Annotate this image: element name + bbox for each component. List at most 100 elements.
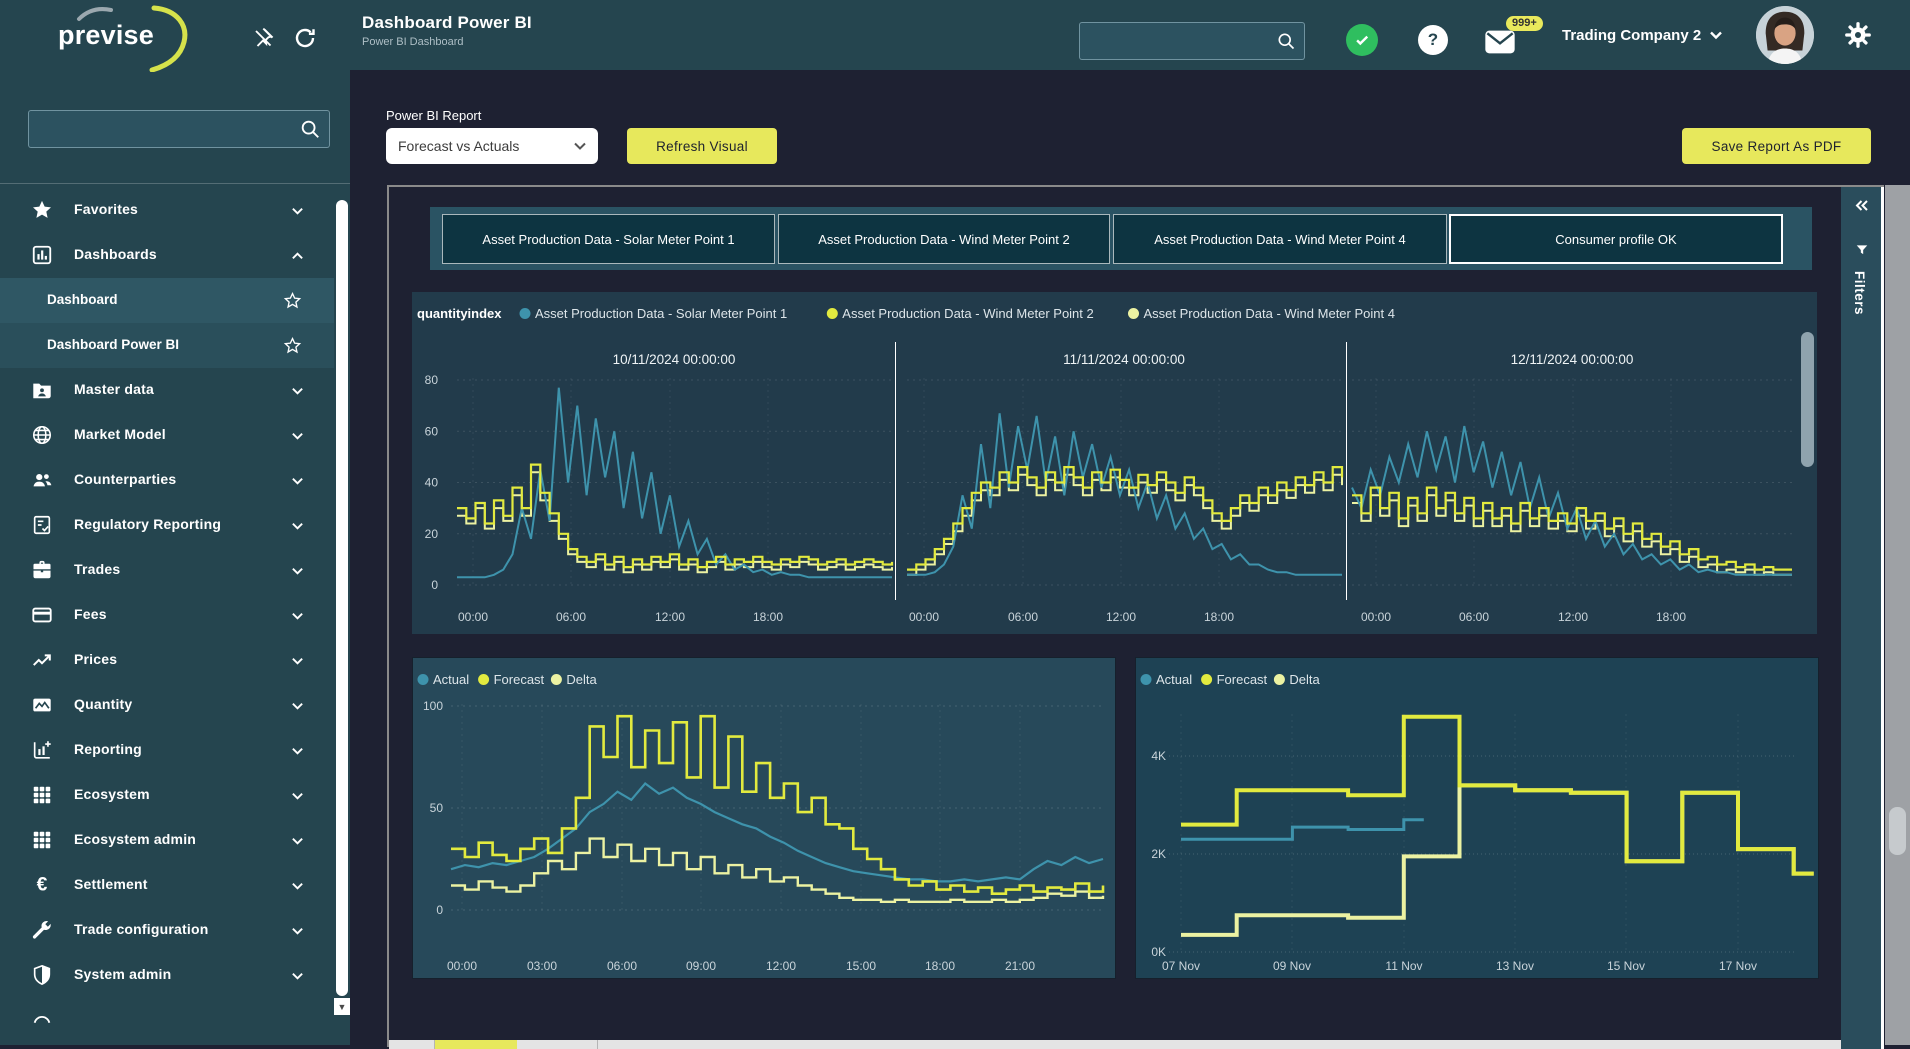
sidebar-item-master-data[interactable]: Master data bbox=[0, 368, 334, 412]
svg-text:2K: 2K bbox=[1151, 847, 1166, 861]
sidebar-item-label: Master data bbox=[74, 381, 154, 397]
sidebar-item-fees[interactable]: Fees bbox=[0, 593, 334, 637]
chart-quantityindex: quantityindexAsset Production Data - Sol… bbox=[412, 292, 1817, 634]
sidebar-search-input[interactable] bbox=[29, 122, 299, 137]
settings-button[interactable] bbox=[1844, 21, 1872, 49]
svg-text:06:00: 06:00 bbox=[1008, 610, 1038, 624]
chevron-down-icon bbox=[291, 203, 304, 221]
sidebar-item-favorites[interactable]: Favorites bbox=[0, 188, 334, 232]
report-tab-asset-production-data-wind-meter-point-2[interactable]: Asset Production Data - Wind Meter Point… bbox=[778, 214, 1110, 264]
chevron-down-icon bbox=[291, 563, 304, 581]
messages-button[interactable]: 999+ bbox=[1484, 22, 1540, 62]
app-scrollbar[interactable] bbox=[1885, 185, 1910, 1045]
sidebar-item-label: Prices bbox=[74, 651, 117, 667]
page-title: Dashboard Power BI bbox=[362, 13, 532, 33]
sidebar-item-regulatory-reporting[interactable]: Regulatory Reporting bbox=[0, 503, 334, 547]
search-icon bbox=[1276, 31, 1296, 51]
report-select[interactable]: Forecast vs Actuals bbox=[386, 128, 598, 164]
sidebar-item-system-admin[interactable]: System admin bbox=[0, 953, 334, 997]
search-icon bbox=[299, 118, 321, 140]
sidebar-item-label: Ecosystem admin bbox=[74, 831, 196, 847]
svg-text:Asset Production Data - Wind M: Asset Production Data - Wind Meter Point… bbox=[842, 306, 1093, 321]
trend-up-icon bbox=[31, 649, 53, 671]
refresh-visual-button[interactable]: Refresh Visual bbox=[627, 128, 777, 164]
chevron-down-icon bbox=[291, 428, 304, 446]
sidebar-item-quantity[interactable]: Quantity bbox=[0, 683, 334, 727]
sidebar-item-label: Counterparties bbox=[74, 471, 176, 487]
euro-icon: € bbox=[31, 874, 53, 896]
chevron-up-icon bbox=[291, 248, 304, 266]
chevron-down-icon bbox=[291, 878, 304, 896]
avatar[interactable] bbox=[1756, 6, 1814, 64]
svg-text:0K: 0K bbox=[1151, 945, 1166, 959]
sidebar-item-label: Fees bbox=[74, 606, 107, 622]
unpin-button[interactable] bbox=[248, 23, 278, 53]
sidebar-item-label: Regulatory Reporting bbox=[74, 516, 221, 532]
filter-icon[interactable] bbox=[1855, 243, 1869, 257]
sidebar-item-dashboards[interactable]: Dashboards bbox=[0, 233, 334, 277]
page-title-block: Dashboard Power BI Power BI Dashboard bbox=[362, 13, 532, 48]
refresh-button[interactable] bbox=[290, 23, 320, 53]
report-tab-consumer-profile-ok[interactable]: Consumer profile OK bbox=[1449, 214, 1783, 264]
sidebar-item-ecosystem[interactable]: Ecosystem bbox=[0, 773, 334, 817]
star-outline-icon[interactable] bbox=[283, 291, 302, 315]
logo-previse: previse bbox=[58, 20, 154, 51]
svg-text:15 Nov: 15 Nov bbox=[1607, 959, 1645, 973]
chart-plus-icon bbox=[31, 739, 53, 761]
top-bar: previse Dashboard Power BI Power BI Dash… bbox=[0, 0, 1910, 70]
sidebar-item-reporting[interactable]: Reporting bbox=[0, 728, 334, 772]
svg-text:Delta: Delta bbox=[566, 672, 597, 687]
chevron-down-icon bbox=[291, 518, 304, 536]
sidebar-item-label: Ecosystem bbox=[74, 786, 150, 802]
status-ok-icon[interactable] bbox=[1346, 24, 1378, 56]
mail-badge: 999+ bbox=[1506, 16, 1543, 31]
chevron-down-icon bbox=[291, 653, 304, 671]
star-icon bbox=[31, 199, 53, 221]
report-tab-asset-production-data-solar-meter-point-1[interactable]: Asset Production Data - Solar Meter Poin… bbox=[442, 214, 775, 264]
app-scrollbar-thumb[interactable] bbox=[1889, 807, 1906, 855]
star-outline-icon[interactable] bbox=[283, 336, 302, 360]
sidebar-item-trade-configuration[interactable]: Trade configuration bbox=[0, 908, 334, 952]
report-inner-scrollbar-thumb[interactable] bbox=[1801, 332, 1814, 467]
shield-icon bbox=[31, 964, 53, 986]
sidebar-scrollbar-thumb[interactable] bbox=[336, 200, 348, 996]
svg-text:Delta: Delta bbox=[1289, 672, 1320, 687]
chevron-down-icon bbox=[291, 698, 304, 716]
svg-text:0: 0 bbox=[436, 903, 443, 917]
sidebar-item-label: Settlement bbox=[74, 876, 148, 892]
help-icon[interactable]: ? bbox=[1418, 25, 1448, 55]
expand-filters-icon[interactable] bbox=[1854, 199, 1869, 212]
svg-text:09:00: 09:00 bbox=[686, 959, 716, 973]
svg-text:50: 50 bbox=[430, 801, 444, 815]
sidebar-item-label: Dashboards bbox=[74, 246, 157, 262]
report-select-value: Forecast vs Actuals bbox=[398, 138, 519, 154]
svg-text:Asset Production Data - Wind M: Asset Production Data - Wind Meter Point… bbox=[1144, 306, 1395, 321]
report-select-label: Power BI Report bbox=[386, 108, 481, 123]
filters-label: Filters bbox=[1852, 271, 1867, 315]
header-search-input[interactable] bbox=[1080, 34, 1276, 49]
save-report-pdf-button[interactable]: Save Report As PDF bbox=[1682, 128, 1871, 164]
report-tab-asset-production-data-wind-meter-point-4[interactable]: Asset Production Data - Wind Meter Point… bbox=[1113, 214, 1447, 264]
svg-text:03:00: 03:00 bbox=[527, 959, 557, 973]
sidebar-item-trades[interactable]: Trades bbox=[0, 548, 334, 592]
sidebar-item-label: System admin bbox=[74, 966, 171, 982]
svg-text:11 Nov: 11 Nov bbox=[1385, 959, 1422, 973]
sidebar-item-market-model[interactable]: Market Model bbox=[0, 413, 334, 457]
sidebar-item-counterparties[interactable]: Counterparties bbox=[0, 458, 334, 502]
refresh-icon bbox=[293, 26, 317, 50]
sidebar-item-ecosystem-admin[interactable]: Ecosystem admin bbox=[0, 818, 334, 862]
credit-card-icon bbox=[31, 604, 53, 626]
sidebar-scrollbar-down-arrow[interactable]: ▼ bbox=[334, 998, 350, 1015]
sidebar-subitem-dashboard-power-bi[interactable]: Dashboard Power BI bbox=[0, 323, 334, 368]
sidebar-item-prices[interactable]: Prices bbox=[0, 638, 334, 682]
filters-panel[interactable]: Filters bbox=[1841, 187, 1884, 1049]
sidebar-item-settlement[interactable]: € Settlement bbox=[0, 863, 334, 907]
sidebar-item-item[interactable] bbox=[0, 998, 334, 1042]
company-menu[interactable]: Trading Company 2 bbox=[1562, 0, 1723, 70]
sidebar-item-label: Quantity bbox=[74, 696, 132, 712]
svg-text:15:00: 15:00 bbox=[846, 959, 876, 973]
svg-text:09 Nov: 09 Nov bbox=[1273, 959, 1311, 973]
chevron-down-icon bbox=[291, 968, 304, 986]
grid-icon bbox=[31, 784, 53, 806]
sidebar-subitem-dashboard[interactable]: Dashboard bbox=[0, 278, 334, 323]
